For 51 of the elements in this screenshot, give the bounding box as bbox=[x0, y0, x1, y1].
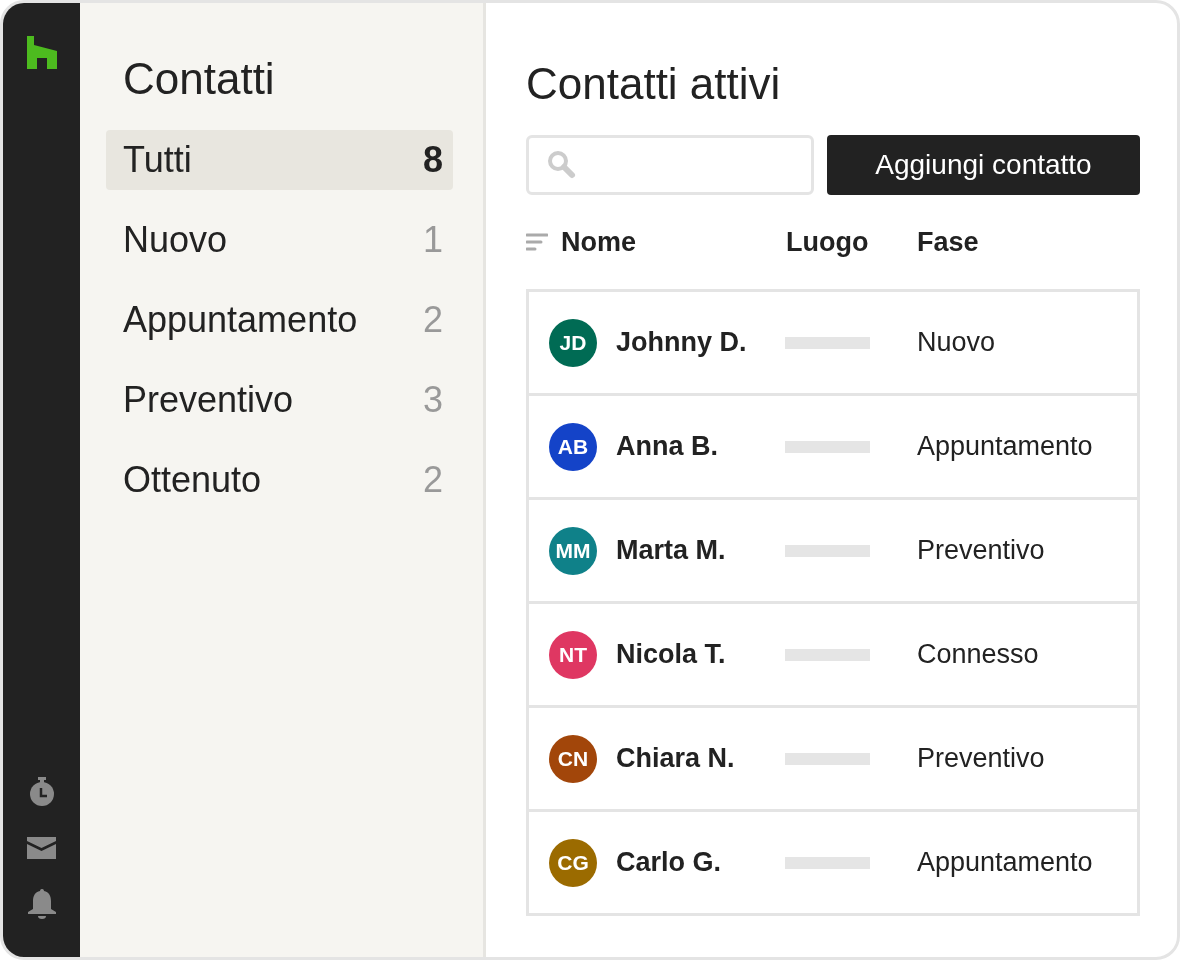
filter-label: Nuovo bbox=[123, 219, 228, 262]
column-header[interactable]: Nome bbox=[561, 226, 636, 258]
filter-item[interactable]: Preventivo 3 bbox=[106, 370, 453, 431]
contact-row[interactable]: AB Anna B. Appuntamento bbox=[529, 393, 1137, 498]
column-header[interactable]: Fase bbox=[917, 226, 979, 258]
contact-row[interactable]: MM Marta M. Preventivo bbox=[529, 497, 1137, 602]
filter-label: Tutti bbox=[123, 139, 192, 182]
filter-count: 2 bbox=[422, 459, 443, 502]
filter-item[interactable]: Nuovo 1 bbox=[106, 210, 453, 271]
filter-count: 1 bbox=[422, 219, 443, 262]
contact-row[interactable]: CG Carlo G. Appuntamento bbox=[529, 809, 1137, 914]
search-field[interactable] bbox=[526, 135, 814, 196]
filter-item[interactable]: Appuntamento 2 bbox=[106, 290, 453, 351]
avatar: NT bbox=[549, 630, 597, 679]
contact-row[interactable]: CN Chiara N. Preventivo bbox=[529, 705, 1137, 810]
column-header[interactable]: Luogo bbox=[786, 226, 869, 258]
filter-label: Appuntamento bbox=[123, 299, 358, 342]
filter-label: Ottenuto bbox=[123, 459, 262, 502]
filter-count: 3 bbox=[422, 379, 443, 422]
stopwatch-icon[interactable] bbox=[27, 777, 56, 807]
contact-name: Nicola T. bbox=[616, 639, 727, 671]
bell-icon[interactable] bbox=[26, 889, 57, 919]
page-title: Contatti attivi bbox=[526, 60, 782, 109]
avatar: CN bbox=[549, 734, 597, 783]
filter-count: 2 bbox=[422, 299, 443, 342]
contact-name: Johnny D. bbox=[616, 327, 748, 359]
avatar: MM bbox=[549, 526, 597, 575]
contact-row[interactable]: JD Johnny D. Nuovo bbox=[529, 292, 1137, 394]
house-logo-icon[interactable] bbox=[26, 36, 57, 69]
phase-text: Preventivo bbox=[917, 743, 1045, 775]
phase-text: Connesso bbox=[917, 639, 1039, 671]
phase-text: Appuntamento bbox=[917, 431, 1093, 463]
contact-name: Carlo G. bbox=[616, 847, 723, 879]
phase-text: Appuntamento bbox=[917, 847, 1093, 879]
avatar: CG bbox=[549, 838, 597, 887]
contact-name: Chiara N. bbox=[616, 743, 736, 775]
filter-item[interactable]: Tutti 8 bbox=[106, 130, 453, 191]
phase-text: Preventivo bbox=[917, 535, 1045, 567]
filter-item[interactable]: Ottenuto 2 bbox=[106, 450, 453, 511]
phase-text: Nuovo bbox=[917, 327, 996, 359]
contact-name: Anna B. bbox=[616, 431, 719, 463]
search-icon bbox=[547, 150, 577, 181]
contact-name: Marta M. bbox=[616, 535, 727, 567]
sidebar-title: Contatti bbox=[122, 55, 276, 104]
filter-count: 8 bbox=[422, 139, 443, 182]
filter-label: Preventivo bbox=[123, 379, 294, 422]
add-contact-button[interactable]: Aggiungi contatto bbox=[827, 135, 1140, 196]
mail-icon[interactable] bbox=[27, 837, 56, 859]
avatar: AB bbox=[549, 422, 597, 471]
avatar: JD bbox=[549, 318, 597, 367]
contact-row[interactable]: NT Nicola T. Connesso bbox=[529, 601, 1137, 706]
